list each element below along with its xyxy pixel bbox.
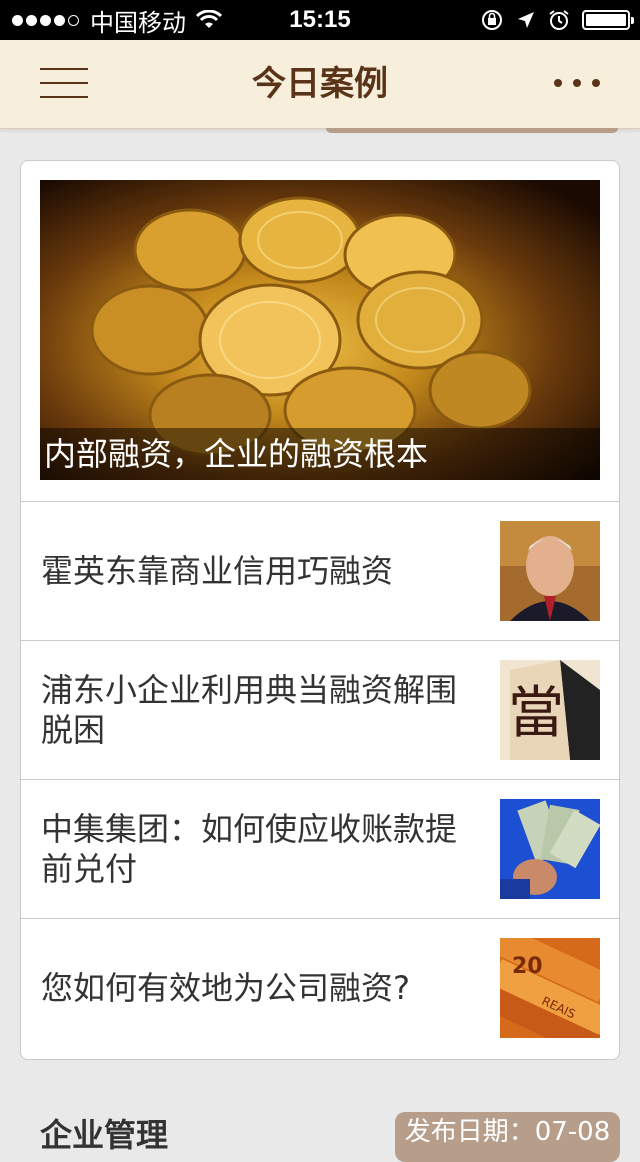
tab-indicator [326, 128, 618, 133]
status-bar: 中国移动 15:15 [0, 0, 640, 40]
dollar-bills-thumbnail [500, 799, 600, 899]
article-row[interactable]: 中集集团：如何使应收账款提前兑付 [21, 779, 619, 918]
article-row[interactable]: 您如何有效地为公司融资? 20 REAIS [21, 918, 619, 1057]
case-list-card: 内部融资，企业的融资根本 霍英东靠商业信用巧融资 浦东小企业利用典当融资解围脱困… [20, 160, 620, 1060]
battery-icon [582, 10, 634, 30]
article-title: 您如何有效地为公司融资? [41, 969, 410, 1007]
navigation-bar: 今日案例 [0, 40, 640, 129]
location-arrow-icon [518, 12, 534, 28]
pawnshop-sign-thumbnail: 當 [500, 660, 600, 760]
publish-date-badge: 发布日期：07-08 [395, 1112, 620, 1162]
article-row[interactable]: 霍英东靠商业信用巧融资 [21, 501, 619, 640]
article-title: 中集集团：如何使应收账款提前兑付 [41, 810, 458, 888]
article-title: 浦东小企业利用典当融资解围脱困 [41, 671, 458, 749]
page-title: 今日案例 [252, 64, 388, 104]
portrait-thumbnail [500, 521, 600, 621]
featured-article[interactable]: 内部融资，企业的融资根本 [40, 180, 600, 480]
rotation-lock-icon [482, 10, 502, 30]
section-title: 企业管理 [40, 1116, 169, 1154]
featured-article-title: 内部融资，企业的融资根本 [40, 428, 600, 480]
more-options-icon[interactable] [554, 76, 600, 90]
article-row[interactable]: 浦东小企业利用典当融资解围脱困 當 [21, 640, 619, 779]
alarm-clock-icon [549, 10, 569, 30]
reais-banknotes-thumbnail: 20 REAIS [500, 938, 600, 1038]
svg-text:20: 20 [512, 954, 543, 979]
article-title: 霍英东靠商业信用巧融资 [41, 552, 394, 590]
svg-text:當: 當 [508, 681, 564, 746]
